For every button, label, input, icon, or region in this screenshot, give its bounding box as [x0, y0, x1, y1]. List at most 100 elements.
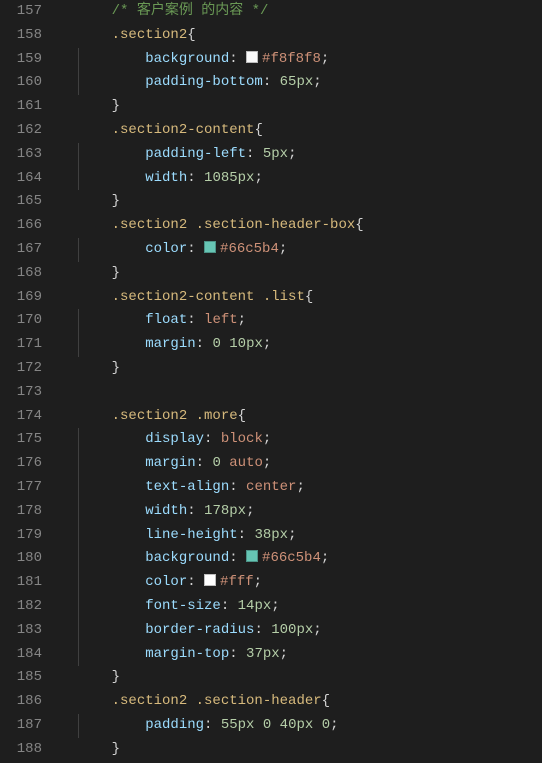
code-token: .section2	[112, 27, 188, 43]
code-line[interactable]: .section2 .section-header{	[60, 690, 542, 714]
code-token: 0	[212, 455, 220, 471]
line-number: 162	[0, 119, 42, 143]
indent-guide	[78, 643, 79, 667]
code-line[interactable]: display: block;	[60, 428, 542, 452]
color-swatch-icon[interactable]	[204, 574, 216, 586]
code-token: 1085px	[204, 170, 254, 186]
indent-guide	[78, 167, 79, 191]
code-token: color	[145, 574, 187, 590]
line-number: 158	[0, 24, 42, 48]
line-number: 185	[0, 666, 42, 690]
code-token: display	[145, 431, 204, 447]
code-token: left	[204, 312, 238, 328]
code-token: auto	[229, 455, 263, 471]
code-token: text-align	[145, 479, 229, 495]
line-number: 157	[0, 0, 42, 24]
code-token: ;	[271, 598, 279, 614]
indent-guide	[78, 714, 79, 738]
code-token: 37px	[246, 646, 280, 662]
code-token: ;	[254, 170, 262, 186]
code-line[interactable]: .section2-content .list{	[60, 286, 542, 310]
code-line[interactable]: .section2 .section-header-box{	[60, 214, 542, 238]
code-line[interactable]: line-height: 38px;	[60, 524, 542, 548]
code-line[interactable]: .section2-content{	[60, 119, 542, 143]
code-line[interactable]: margin: 0 10px;	[60, 333, 542, 357]
line-number: 186	[0, 690, 42, 714]
line-number: 172	[0, 357, 42, 381]
line-number: 174	[0, 405, 42, 429]
color-swatch-icon[interactable]	[246, 51, 258, 63]
code-token	[313, 717, 321, 733]
code-token: block	[221, 431, 263, 447]
line-number-gutter: 1571581591601611621631641651661671681691…	[0, 0, 60, 763]
code-token: 14px	[238, 598, 272, 614]
code-token: font-size	[145, 598, 221, 614]
code-line[interactable]: }	[60, 738, 542, 762]
code-line[interactable]: text-align: center;	[60, 476, 542, 500]
code-token: 55px	[221, 717, 255, 733]
code-line[interactable]: background: #66c5b4;	[60, 547, 542, 571]
code-line[interactable]: float: left;	[60, 309, 542, 333]
code-token: :	[187, 574, 204, 590]
code-line[interactable]: padding-left: 5px;	[60, 143, 542, 167]
code-token: ;	[313, 622, 321, 638]
code-token: center	[246, 479, 296, 495]
code-token: ;	[330, 717, 338, 733]
code-token: background	[145, 550, 229, 566]
line-number: 184	[0, 643, 42, 667]
code-token: margin	[145, 455, 195, 471]
code-line[interactable]: margin: 0 auto;	[60, 452, 542, 476]
code-token: :	[263, 74, 280, 90]
code-line[interactable]: .section2 .more{	[60, 405, 542, 429]
line-number: 169	[0, 286, 42, 310]
code-token: color	[145, 241, 187, 257]
code-line[interactable]: width: 1085px;	[60, 167, 542, 191]
line-number: 187	[0, 714, 42, 738]
line-number: 173	[0, 381, 42, 405]
indent-guide	[78, 309, 79, 333]
code-line[interactable]: font-size: 14px;	[60, 595, 542, 619]
code-line[interactable]: margin-top: 37px;	[60, 643, 542, 667]
indent-guide	[78, 71, 79, 95]
code-line[interactable]	[60, 381, 542, 405]
color-swatch-icon[interactable]	[246, 550, 258, 562]
code-token	[221, 455, 229, 471]
code-token: :	[204, 431, 221, 447]
line-number: 166	[0, 214, 42, 238]
code-line[interactable]: border-radius: 100px;	[60, 619, 542, 643]
code-token: 40px	[280, 717, 314, 733]
code-token: {	[305, 289, 313, 305]
code-token: background	[145, 51, 229, 67]
color-swatch-icon[interactable]	[204, 241, 216, 253]
code-token: :	[187, 170, 204, 186]
code-token: 5px	[263, 146, 288, 162]
code-token: 10px	[229, 336, 263, 352]
line-number: 183	[0, 619, 42, 643]
code-token: ;	[238, 312, 246, 328]
code-line[interactable]: }	[60, 666, 542, 690]
code-line[interactable]: .section2{	[60, 24, 542, 48]
line-number: 182	[0, 595, 42, 619]
indent-guide	[78, 500, 79, 524]
code-line[interactable]: }	[60, 190, 542, 214]
code-area[interactable]: /* 客户案例 的内容 */ .section2{ background: #f…	[60, 0, 542, 763]
code-line[interactable]: }	[60, 95, 542, 119]
line-number: 165	[0, 190, 42, 214]
code-line[interactable]: padding-bottom: 65px;	[60, 71, 542, 95]
code-token: /* 客户案例 的内容 */	[112, 3, 269, 19]
line-number: 170	[0, 309, 42, 333]
code-token: {	[355, 217, 363, 233]
line-number: 171	[0, 333, 42, 357]
code-token: border-radius	[145, 622, 254, 638]
code-line[interactable]: width: 178px;	[60, 500, 542, 524]
code-token: ;	[279, 241, 287, 257]
code-line[interactable]: background: #f8f8f8;	[60, 48, 542, 72]
code-line[interactable]: }	[60, 262, 542, 286]
code-line[interactable]: color: #fff;	[60, 571, 542, 595]
code-token: 178px	[204, 503, 246, 519]
code-line[interactable]: }	[60, 357, 542, 381]
code-line[interactable]: padding: 55px 0 40px 0;	[60, 714, 542, 738]
code-line[interactable]: /* 客户案例 的内容 */	[60, 0, 542, 24]
code-line[interactable]: color: #66c5b4;	[60, 238, 542, 262]
code-token: padding-left	[145, 146, 246, 162]
